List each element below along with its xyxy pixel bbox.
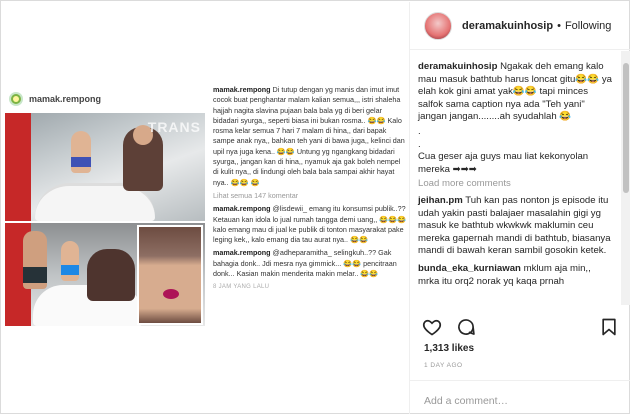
comment-icon[interactable] [456,317,476,337]
screenshot-username: mamak.rempong [29,94,102,104]
caption-username[interactable]: deramakuinhosip [418,61,497,72]
embedded-screenshot: mamak.rempong TRANS mamak.rempong Di tut… [5,85,407,330]
caption: deramakuinhosip Ngakak deh emang kalo ma… [418,61,613,124]
likes-count[interactable]: 1,313 likes [424,343,474,354]
screenshot-avatar [9,92,23,106]
separator-dot: • [557,19,561,32]
screenshot-view-all: Lihat semua 147 komentar [213,190,299,200]
screenshot-comment: mamak.rempong @lisdewii_ emang itu konsu… [213,204,407,245]
comment-item: bunda_eka_kurniawan mklum aja min,, mrka… [418,263,613,288]
action-bar [410,312,630,342]
post-sidebar: deramakuinhosip • Following deramakuinho… [409,2,630,414]
post-username[interactable]: deramakuinhosip [462,20,553,32]
face-inset-photo [137,225,203,325]
comments-scrollbar[interactable] [621,51,630,305]
screenshot-comments: mamak.rempong Di tutup dengan yg manis d… [213,85,407,293]
bathtub-photo-top: TRANS [5,113,205,221]
comment-username[interactable]: bunda_eka_kurniawan [418,263,521,274]
bookmark-icon[interactable] [599,317,619,337]
screenshot-comment: mamak.rempong Di tutup dengan yg manis d… [213,85,405,187]
post-time: 1 DAY AGO [424,362,463,369]
avatar[interactable] [424,11,452,40]
add-comment-bar [410,380,630,414]
add-comment-input[interactable] [424,395,614,407]
photo-watermark: TRANS [147,119,201,135]
caption-dot: . [418,138,421,150]
screenshot-time: 8 JAM YANG LALU [213,284,270,291]
comment-item: jeihan.pm Tuh kan pas nonton js episode … [418,195,613,258]
scrollbar-thumb[interactable] [623,63,629,193]
following-button[interactable]: Following [565,20,611,32]
heart-icon[interactable] [422,317,442,337]
load-more-comments[interactable]: Load more comments [418,178,613,191]
caption-ending: Cua geser aja guys mau liat kekonyolan m… [418,151,589,175]
screenshot-comment: mamak.rempong @adheparamitha_ selingkuh.… [213,248,397,279]
post-image[interactable]: mamak.rempong TRANS mamak.rempong Di tut… [2,2,409,413]
bathtub-photo-bottom [5,223,205,326]
screenshot-photos: TRANS [5,113,205,326]
post-header: deramakuinhosip • Following [410,2,630,50]
post-modal: mamak.rempong TRANS mamak.rempong Di tut… [0,0,630,414]
caption-dot: . [418,125,421,137]
screenshot-header: mamak.rempong [5,85,205,113]
comment-username[interactable]: jeihan.pm [418,195,463,206]
comments-list[interactable]: deramakuinhosip Ngakak deh emang kalo ma… [410,51,621,305]
